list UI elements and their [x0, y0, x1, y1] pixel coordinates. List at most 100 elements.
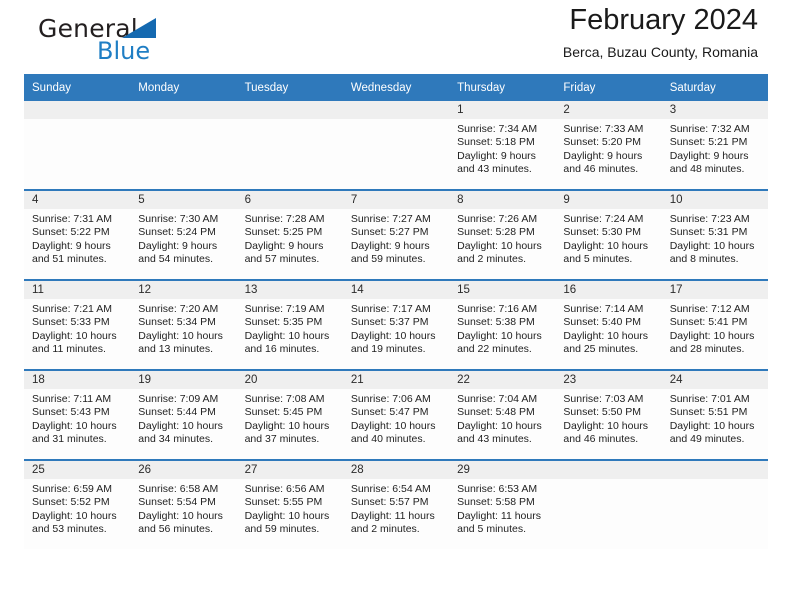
calendar-day-cell[interactable]: 13 Sunrise: 7:19 AM Sunset: 5:35 PM Dayligh… [236, 279, 343, 370]
daylight-text: Daylight: 10 hours and 40 minutes. [350, 419, 436, 446]
sunset-text: Sunset: 5:18 PM [457, 136, 535, 149]
day-details: Sunrise: 7:17 AM Sunset: 5:37 PM Daylight:… [343, 299, 449, 357]
calendar-week-row: 25 Sunrise: 6:59 AM Sunset: 5:52 PM Dayligh… [24, 459, 768, 549]
calendar-day-cell[interactable]: 9 Sunrise: 7:24 AM Sunset: 5:30 PM Daylight… [555, 189, 662, 280]
calendar-day-cell-empty [24, 101, 131, 190]
calendar-day-cell[interactable]: 5 Sunrise: 7:30 AM Sunset: 5:24 PM Daylight… [130, 189, 237, 280]
calendar-day-cell[interactable]: 16 Sunrise: 7:14 AM Sunset: 5:40 PM Dayligh… [555, 279, 662, 370]
sunrise-text: Sunrise: 7:19 AM [244, 303, 325, 315]
calendar-day-cell[interactable]: 22 Sunrise: 7:04 AM Sunset: 5:48 PM Dayligh… [449, 369, 556, 460]
sunrise-text: Sunrise: 7:17 AM [350, 303, 431, 315]
page-subtitle: Berca, Buzau County, Romania [562, 44, 758, 61]
calendar-week-row: 18 Sunrise: 7:11 AM Sunset: 5:43 PM Dayligh… [24, 369, 768, 460]
sunrise-text: Sunrise: 7:30 AM [138, 213, 219, 225]
calendar-day-cell[interactable]: 21 Sunrise: 7:06 AM Sunset: 5:47 PM Dayligh… [342, 369, 450, 460]
sunset-text: Sunset: 5:27 PM [350, 226, 429, 239]
daylight-text: Daylight: 9 hours and 51 minutes. [32, 239, 111, 266]
calendar-day-cell[interactable]: 25 Sunrise: 6:59 AM Sunset: 5:52 PM Dayligh… [24, 459, 131, 549]
sunrise-text: Sunrise: 7:12 AM [669, 303, 750, 315]
sunrise-text: Sunrise: 7:04 AM [457, 393, 538, 405]
sunset-text: Sunset: 5:47 PM [350, 406, 429, 419]
weekday-header-sunday: Sunday [24, 74, 131, 101]
calendar-day-cell[interactable]: 11 Sunrise: 7:21 AM Sunset: 5:33 PM Dayligh… [24, 279, 131, 370]
sunset-text: Sunset: 5:21 PM [669, 136, 748, 149]
calendar-day-cell[interactable]: 17 Sunrise: 7:12 AM Sunset: 5:41 PM Dayligh… [661, 279, 768, 370]
day-number: 14 [342, 281, 450, 299]
calendar-day-cell[interactable]: 1 Sunrise: 7:34 AM Sunset: 5:18 PM Daylight… [449, 101, 556, 190]
calendar-day-cell[interactable]: 2 Sunrise: 7:33 AM Sunset: 5:20 PM Daylight… [555, 101, 662, 190]
calendar-day-cell[interactable]: 26 Sunrise: 6:58 AM Sunset: 5:54 PM Dayligh… [130, 459, 237, 549]
sunset-text: Sunset: 5:40 PM [563, 316, 642, 329]
sunset-text: Sunset: 5:38 PM [457, 316, 535, 329]
calendar-day-cell-empty [342, 101, 450, 190]
daylight-text: Daylight: 10 hours and 34 minutes. [138, 419, 223, 446]
calendar-grid: Sunday Monday Tuesday Wednesday Thursday Frid… [24, 74, 768, 549]
day-details: Sunrise: 7:08 AM Sunset: 5:45 PM Daylight:… [237, 389, 343, 447]
daylight-text: Daylight: 10 hours and 8 minutes. [669, 239, 755, 266]
day-details: Sunrise: 7:06 AM Sunset: 5:47 PM Daylight:… [343, 389, 449, 447]
day-details: Sunrise: 7:19 AM Sunset: 5:35 PM Daylight:… [237, 299, 343, 357]
sunrise-text: Sunrise: 7:16 AM [457, 303, 538, 315]
day-number [342, 101, 450, 119]
weekday-header-row: Sunday Monday Tuesday Wednesday Thursday Frid… [24, 74, 768, 101]
calendar-day-cell[interactable]: 18 Sunrise: 7:11 AM Sunset: 5:43 PM Dayligh… [24, 369, 131, 460]
sunrise-text: Sunrise: 7:27 AM [350, 213, 431, 225]
weekday-header-wednesday: Wednesday [342, 74, 450, 101]
daylight-text: Daylight: 10 hours and 2 minutes. [457, 239, 542, 266]
day-details: Sunrise: 6:54 AM Sunset: 5:57 PM Daylight:… [343, 479, 449, 537]
sunrise-text: Sunrise: 7:23 AM [669, 213, 750, 225]
calendar-day-cell[interactable]: 6 Sunrise: 7:28 AM Sunset: 5:25 PM Daylight… [236, 189, 343, 280]
calendar-day-cell[interactable]: 29 Sunrise: 6:53 AM Sunset: 5:58 PM Dayligh… [449, 459, 556, 549]
day-details: Sunrise: 7:14 AM Sunset: 5:40 PM Daylight:… [555, 299, 661, 357]
calendar-day-cell[interactable]: 24 Sunrise: 7:01 AM Sunset: 5:51 PM Dayligh… [661, 369, 768, 460]
day-number: 25 [24, 461, 131, 479]
sunset-text: Sunset: 5:20 PM [563, 136, 642, 149]
day-number: 27 [236, 461, 343, 479]
sunset-text: Sunset: 5:30 PM [563, 226, 642, 239]
sunrise-text: Sunrise: 7:34 AM [457, 123, 538, 135]
page-title: February 2024 [569, 4, 758, 36]
day-number: 7 [342, 191, 450, 209]
calendar-day-cell[interactable]: 3 Sunrise: 7:32 AM Sunset: 5:21 PM Daylight… [661, 101, 768, 190]
sunset-text: Sunset: 5:52 PM [32, 496, 110, 509]
day-number: 17 [661, 281, 768, 299]
calendar-day-cell[interactable]: 28 Sunrise: 6:54 AM Sunset: 5:57 PM Dayligh… [342, 459, 450, 549]
calendar-day-cell[interactable]: 19 Sunrise: 7:09 AM Sunset: 5:44 PM Dayligh… [130, 369, 237, 460]
sunrise-text: Sunrise: 7:03 AM [563, 393, 644, 405]
sunrise-text: Sunrise: 7:11 AM [32, 393, 112, 405]
daylight-text: Daylight: 10 hours and 13 minutes. [138, 329, 223, 356]
calendar-day-cell[interactable]: 4 Sunrise: 7:31 AM Sunset: 5:22 PM Daylight… [24, 189, 131, 280]
calendar-day-cell[interactable]: 27 Sunrise: 6:56 AM Sunset: 5:55 PM Dayligh… [236, 459, 343, 549]
day-details: Sunrise: 6:53 AM Sunset: 5:58 PM Daylight:… [449, 479, 555, 537]
day-details: Sunrise: 7:30 AM Sunset: 5:24 PM Daylight:… [130, 209, 236, 267]
page-header: General Blue February 2024 Berca, Buzau … [24, 0, 768, 74]
calendar-day-cell[interactable]: 10 Sunrise: 7:23 AM Sunset: 5:31 PM Dayligh… [661, 189, 768, 280]
daylight-text: Daylight: 11 hours and 2 minutes. [350, 509, 435, 536]
day-number: 1 [449, 101, 556, 119]
calendar-day-cell[interactable]: 15 Sunrise: 7:16 AM Sunset: 5:38 PM Dayligh… [449, 279, 556, 370]
calendar-day-cell[interactable]: 12 Sunrise: 7:20 AM Sunset: 5:34 PM Dayligh… [130, 279, 237, 370]
sunrise-text: Sunrise: 6:54 AM [350, 483, 431, 495]
daylight-text: Daylight: 10 hours and 19 minutes. [350, 329, 436, 356]
sunset-text: Sunset: 5:28 PM [457, 226, 535, 239]
calendar-day-cell[interactable]: 7 Sunrise: 7:27 AM Sunset: 5:27 PM Daylight… [342, 189, 450, 280]
day-details: Sunrise: 7:23 AM Sunset: 5:31 PM Daylight:… [662, 209, 768, 267]
daylight-text: Daylight: 10 hours and 22 minutes. [457, 329, 542, 356]
calendar-day-cell[interactable]: 20 Sunrise: 7:08 AM Sunset: 5:45 PM Dayligh… [236, 369, 343, 460]
calendar-day-cell[interactable]: 23 Sunrise: 7:03 AM Sunset: 5:50 PM Dayligh… [555, 369, 662, 460]
day-details: Sunrise: 6:59 AM Sunset: 5:52 PM Daylight:… [24, 479, 130, 537]
calendar-day-cell-empty [130, 101, 237, 190]
calendar-day-cell[interactable]: 8 Sunrise: 7:26 AM Sunset: 5:28 PM Daylight… [449, 189, 556, 280]
general-blue-logo[interactable]: General Blue [34, 10, 254, 68]
day-details: Sunrise: 7:28 AM Sunset: 5:25 PM Daylight:… [237, 209, 343, 267]
sunrise-text: Sunrise: 6:58 AM [138, 483, 219, 495]
sunset-text: Sunset: 5:22 PM [32, 226, 110, 239]
day-number: 16 [555, 281, 662, 299]
day-number: 26 [130, 461, 237, 479]
daylight-text: Daylight: 10 hours and 16 minutes. [244, 329, 330, 356]
sunrise-text: Sunrise: 7:06 AM [350, 393, 431, 405]
calendar-day-cell[interactable]: 14 Sunrise: 7:17 AM Sunset: 5:37 PM Dayligh… [342, 279, 450, 370]
day-number: 29 [449, 461, 556, 479]
daylight-text: Daylight: 10 hours and 28 minutes. [669, 329, 755, 356]
day-number: 22 [449, 371, 556, 389]
